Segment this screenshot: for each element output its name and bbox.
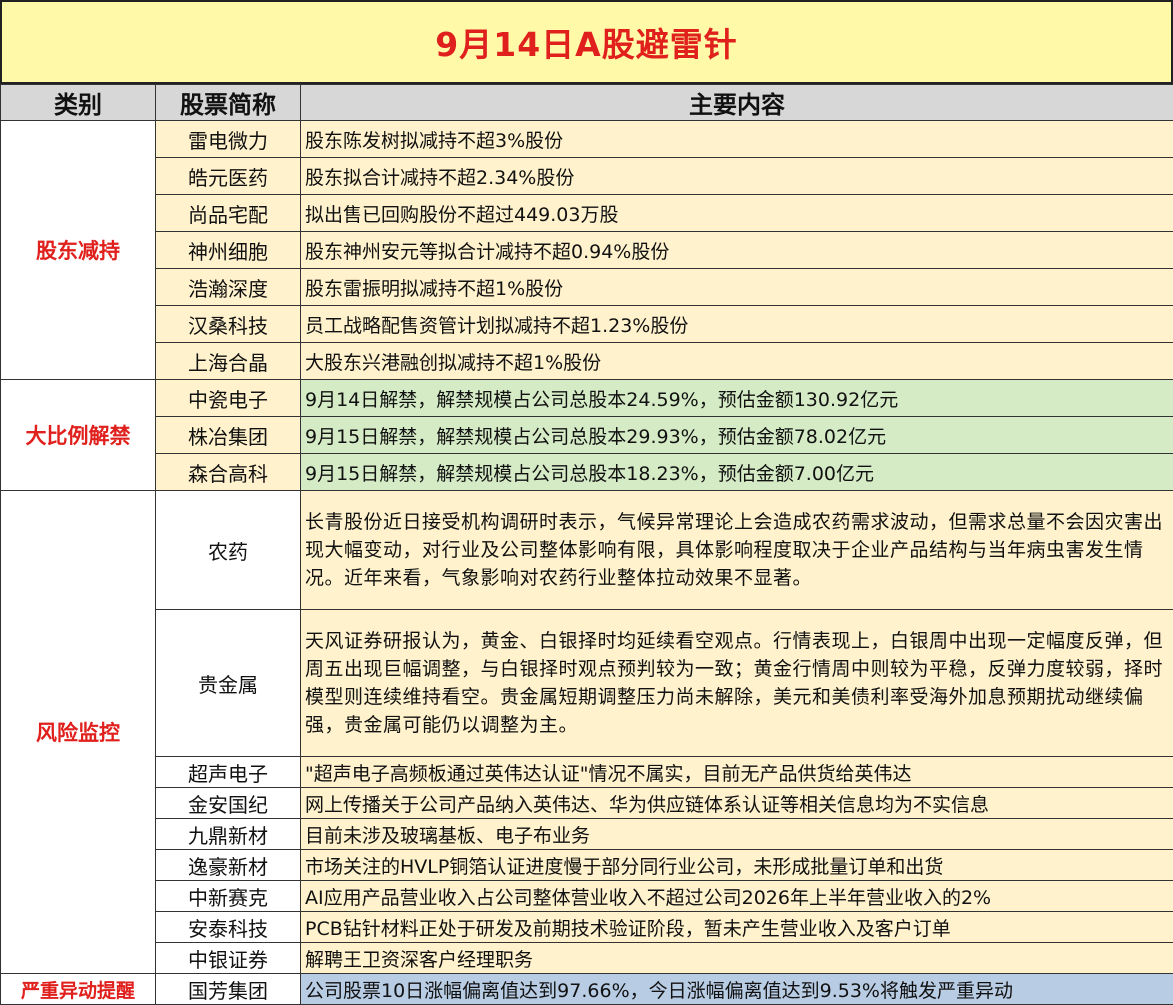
content-cell: 大股东兴港融创拟减持不超1%股份 xyxy=(301,343,1173,380)
header-content: 主要内容 xyxy=(301,85,1173,121)
content-cell: 股东雷振明拟减持不超1%股份 xyxy=(301,269,1173,306)
stock-name: 九鼎新材 xyxy=(156,819,301,850)
table-row: 贵金属 天风证券研报认为，黄金、白银择时均延续看空观点。行情表现上，白银周中出现… xyxy=(1,610,1173,757)
content-cell: 市场关注的HVLP铜箔认证进度慢于部分同行业公司，未形成批量订单和出货 xyxy=(301,850,1173,881)
stock-name: 金安国纪 xyxy=(156,788,301,819)
table-row: 浩瀚深度 股东雷振明拟减持不超1%股份 xyxy=(1,269,1173,306)
spreadsheet: 9月14日A股避雷针 类别 股票简称 主要内容 股东减持 雷电微力 股东陈发树拟… xyxy=(0,0,1173,1000)
stock-name: 株冶集团 xyxy=(156,417,301,454)
page-title: 9月14日A股避雷针 xyxy=(0,0,1173,84)
table-row: 股东减持 雷电微力 股东陈发树拟减持不超3%股份 xyxy=(1,121,1173,158)
content-cell: 9月15日解禁，解禁规模占公司总股本18.23%，预估金额7.00亿元 xyxy=(301,454,1173,491)
stock-name: 尚品宅配 xyxy=(156,195,301,232)
stock-name: 中银证券 xyxy=(156,943,301,974)
table-row: 九鼎新材 目前未涉及玻璃基板、电子布业务 xyxy=(1,819,1173,850)
table-row: 安泰科技 PCB钻针材料正处于研发及前期技术验证阶段，暂未产生营业收入及客户订单 xyxy=(1,912,1173,943)
stock-name: 农药 xyxy=(156,491,301,610)
table-row: 尚品宅配 拟出售已回购股份不超过449.03万股 xyxy=(1,195,1173,232)
content-cell: 拟出售已回购股份不超过449.03万股 xyxy=(301,195,1173,232)
stock-name: 皓元医药 xyxy=(156,158,301,195)
stock-name: 雷电微力 xyxy=(156,121,301,158)
table-row: 逸豪新材 市场关注的HVLP铜箔认证进度慢于部分同行业公司，未形成批量订单和出货 xyxy=(1,850,1173,881)
table-row: 超声电子 "超声电子高频板通过英伟达认证"情况不属实，目前无产品供货给英伟达 xyxy=(1,757,1173,788)
risk-table: 类别 股票简称 主要内容 股东减持 雷电微力 股东陈发树拟减持不超3%股份 皓元… xyxy=(0,84,1173,1005)
content-cell: 目前未涉及玻璃基板、电子布业务 xyxy=(301,819,1173,850)
header-row: 类别 股票简称 主要内容 xyxy=(1,85,1173,121)
header-stock: 股票简称 xyxy=(156,85,301,121)
stock-name: 逸豪新材 xyxy=(156,850,301,881)
content-cell: AI应用产品营业收入占公司整体营业收入不超过公司2026年上半年营业收入的2% xyxy=(301,881,1173,912)
table-row: 风险监控 农药 长青股份近日接受机构调研时表示，气候异常理论上会造成农药需求波动… xyxy=(1,491,1173,610)
content-cell: 股东陈发树拟减持不超3%股份 xyxy=(301,121,1173,158)
table-row: 皓元医药 股东拟合计减持不超2.34%股份 xyxy=(1,158,1173,195)
table-row: 森合高科 9月15日解禁，解禁规模占公司总股本18.23%，预估金额7.00亿元 xyxy=(1,454,1173,491)
content-cell: "超声电子高频板通过英伟达认证"情况不属实，目前无产品供货给英伟达 xyxy=(301,757,1173,788)
table-row: 中新赛克 AI应用产品营业收入占公司整体营业收入不超过公司2026年上半年营业收… xyxy=(1,881,1173,912)
stock-name: 森合高科 xyxy=(156,454,301,491)
content-cell: 员工战略配售资管计划拟减持不超1.23%股份 xyxy=(301,306,1173,343)
content-cell: 长青股份近日接受机构调研时表示，气候异常理论上会造成农药需求波动，但需求总量不会… xyxy=(301,491,1173,610)
stock-name: 安泰科技 xyxy=(156,912,301,943)
table-row: 金安国纪 网上传播关于公司产品纳入英伟达、华为供应链体系认证等相关信息均为不实信… xyxy=(1,788,1173,819)
table-row: 大比例解禁 中瓷电子 9月14日解禁，解禁规模占公司总股本24.59%，预估金额… xyxy=(1,380,1173,417)
header-category: 类别 xyxy=(1,85,156,121)
content-cell: 解聘王卫资深客户经理职务 xyxy=(301,943,1173,974)
content-cell: 天风证券研报认为，黄金、白银择时均延续看空观点。行情表现上，白银周中出现一定幅度… xyxy=(301,610,1173,757)
content-cell: PCB钻针材料正处于研发及前期技术验证阶段，暂未产生营业收入及客户订单 xyxy=(301,912,1173,943)
stock-name: 超声电子 xyxy=(156,757,301,788)
stock-name: 汉桑科技 xyxy=(156,306,301,343)
stock-name: 中瓷电子 xyxy=(156,380,301,417)
content-cell: 股东神州安元等拟合计减持不超0.94%股份 xyxy=(301,232,1173,269)
stock-name: 神州细胞 xyxy=(156,232,301,269)
content-cell: 股东拟合计减持不超2.34%股份 xyxy=(301,158,1173,195)
stock-name: 贵金属 xyxy=(156,610,301,757)
category-cell-unlock: 大比例解禁 xyxy=(1,380,156,491)
stock-name: 中新赛克 xyxy=(156,881,301,912)
content-cell: 9月14日解禁，解禁规模占公司总股本24.59%，预估金额130.92亿元 xyxy=(301,380,1173,417)
table-row: 中银证券 解聘王卫资深客户经理职务 xyxy=(1,943,1173,974)
stock-name: 浩瀚深度 xyxy=(156,269,301,306)
stock-name: 上海合晶 xyxy=(156,343,301,380)
content-cell: 9月15日解禁，解禁规模占公司总股本29.93%，预估金额78.02亿元 xyxy=(301,417,1173,454)
table-row: 株冶集团 9月15日解禁，解禁规模占公司总股本29.93%，预估金额78.02亿… xyxy=(1,417,1173,454)
table-row: 神州细胞 股东神州安元等拟合计减持不超0.94%股份 xyxy=(1,232,1173,269)
category-cell-reduction: 股东减持 xyxy=(1,121,156,380)
table-row: 上海合晶 大股东兴港融创拟减持不超1%股份 xyxy=(1,343,1173,380)
content-cell: 网上传播关于公司产品纳入英伟达、华为供应链体系认证等相关信息均为不实信息 xyxy=(301,788,1173,819)
table-row: 汉桑科技 员工战略配售资管计划拟减持不超1.23%股份 xyxy=(1,306,1173,343)
category-cell-risk: 风险监控 xyxy=(1,491,156,974)
